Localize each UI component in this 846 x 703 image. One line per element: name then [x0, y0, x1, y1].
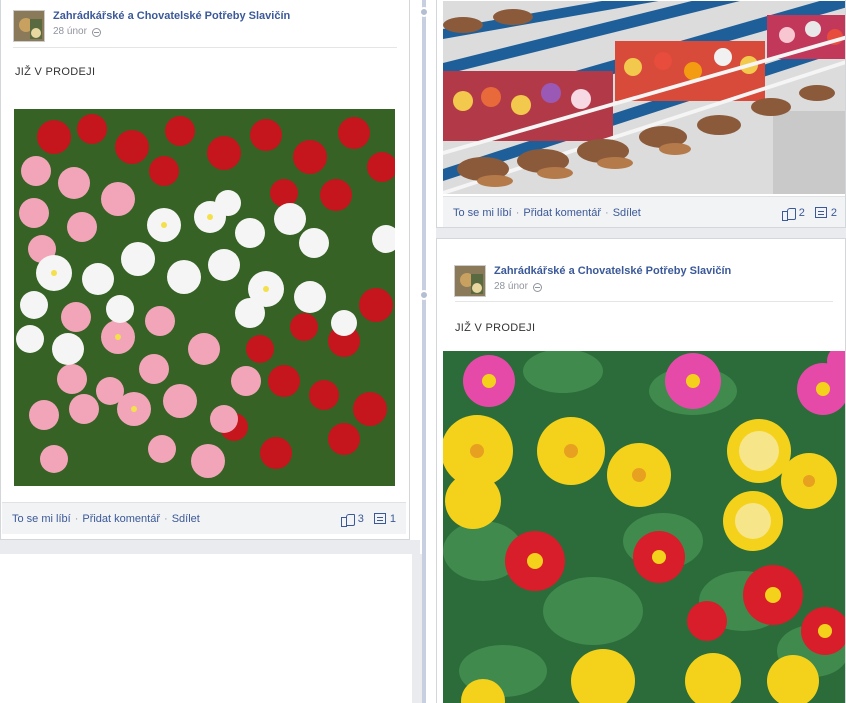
comment-link[interactable]: Přidat komentář — [523, 207, 601, 219]
comment-count[interactable]: 2 — [831, 207, 837, 219]
post-photo[interactable] — [443, 1, 845, 194]
primroses-photo-icon — [443, 351, 845, 703]
timeline-marker — [419, 290, 429, 300]
share-link[interactable]: Sdílet — [172, 513, 200, 525]
post-actions: To se mi líbí · Přidat komentář · Sdílet… — [443, 196, 845, 227]
post-card: Zahrádkářské a Chovatelské Potřeby Slavi… — [0, 0, 410, 540]
globe-icon — [532, 282, 542, 292]
divider — [13, 47, 397, 48]
comment-icon[interactable] — [373, 513, 386, 524]
post-header: Zahrádkářské a Chovatelské Potřeby Slavi… — [454, 265, 731, 297]
post-text: JIŽ V PRODEJI — [455, 322, 536, 334]
bulbs-display-photo-icon — [443, 1, 845, 194]
post-card: Zahrádkářské a Chovatelské Potřeby Slavi… — [436, 238, 846, 703]
like-icon[interactable] — [781, 207, 796, 221]
like-icon[interactable] — [340, 513, 355, 527]
comment-icon[interactable] — [814, 207, 827, 218]
divider — [455, 301, 833, 302]
like-link[interactable]: To se mi líbí — [12, 513, 71, 525]
page-avatar-icon — [455, 266, 485, 296]
post-author[interactable]: Zahrádkářské a Chovatelské Potřeby Slavi… — [494, 265, 731, 278]
post-card: To se mi líbí · Přidat komentář · Sdílet… — [436, 0, 846, 228]
post-date[interactable]: 28 únor — [494, 280, 528, 294]
avatar[interactable] — [454, 265, 486, 297]
post-photo[interactable] — [14, 109, 395, 486]
avatar[interactable] — [13, 10, 45, 42]
post-author[interactable]: Zahrádkářské a Chovatelské Potřeby Slavi… — [53, 10, 290, 23]
page-avatar-icon — [14, 11, 44, 41]
timeline: Zahrádkářské a Chovatelské Potřeby Slavi… — [0, 0, 846, 703]
post-actions: To se mi líbí · Přidat komentář · Sdílet… — [2, 502, 406, 534]
post-date[interactable]: 28 únor — [53, 25, 87, 39]
globe-icon — [91, 27, 101, 37]
gutter — [412, 554, 422, 703]
post-header: Zahrádkářské a Chovatelské Potřeby Slavi… — [13, 10, 290, 42]
share-link[interactable]: Sdílet — [613, 207, 641, 219]
gutter — [436, 228, 846, 238]
comment-count[interactable]: 1 — [390, 513, 396, 525]
post-counts: 2 2 — [781, 207, 837, 221]
like-count[interactable]: 3 — [358, 513, 364, 525]
timeline-spine — [422, 0, 426, 703]
gutter — [0, 540, 420, 554]
post-photo[interactable] — [443, 351, 845, 703]
daisies-photo-icon — [14, 109, 395, 486]
post-text: JIŽ V PRODEJI — [15, 66, 96, 78]
like-link[interactable]: To se mi líbí — [453, 207, 512, 219]
comment-link[interactable]: Přidat komentář — [82, 513, 160, 525]
timeline-marker — [419, 7, 429, 17]
like-count[interactable]: 2 — [799, 207, 805, 219]
post-counts: 3 1 — [340, 513, 396, 527]
